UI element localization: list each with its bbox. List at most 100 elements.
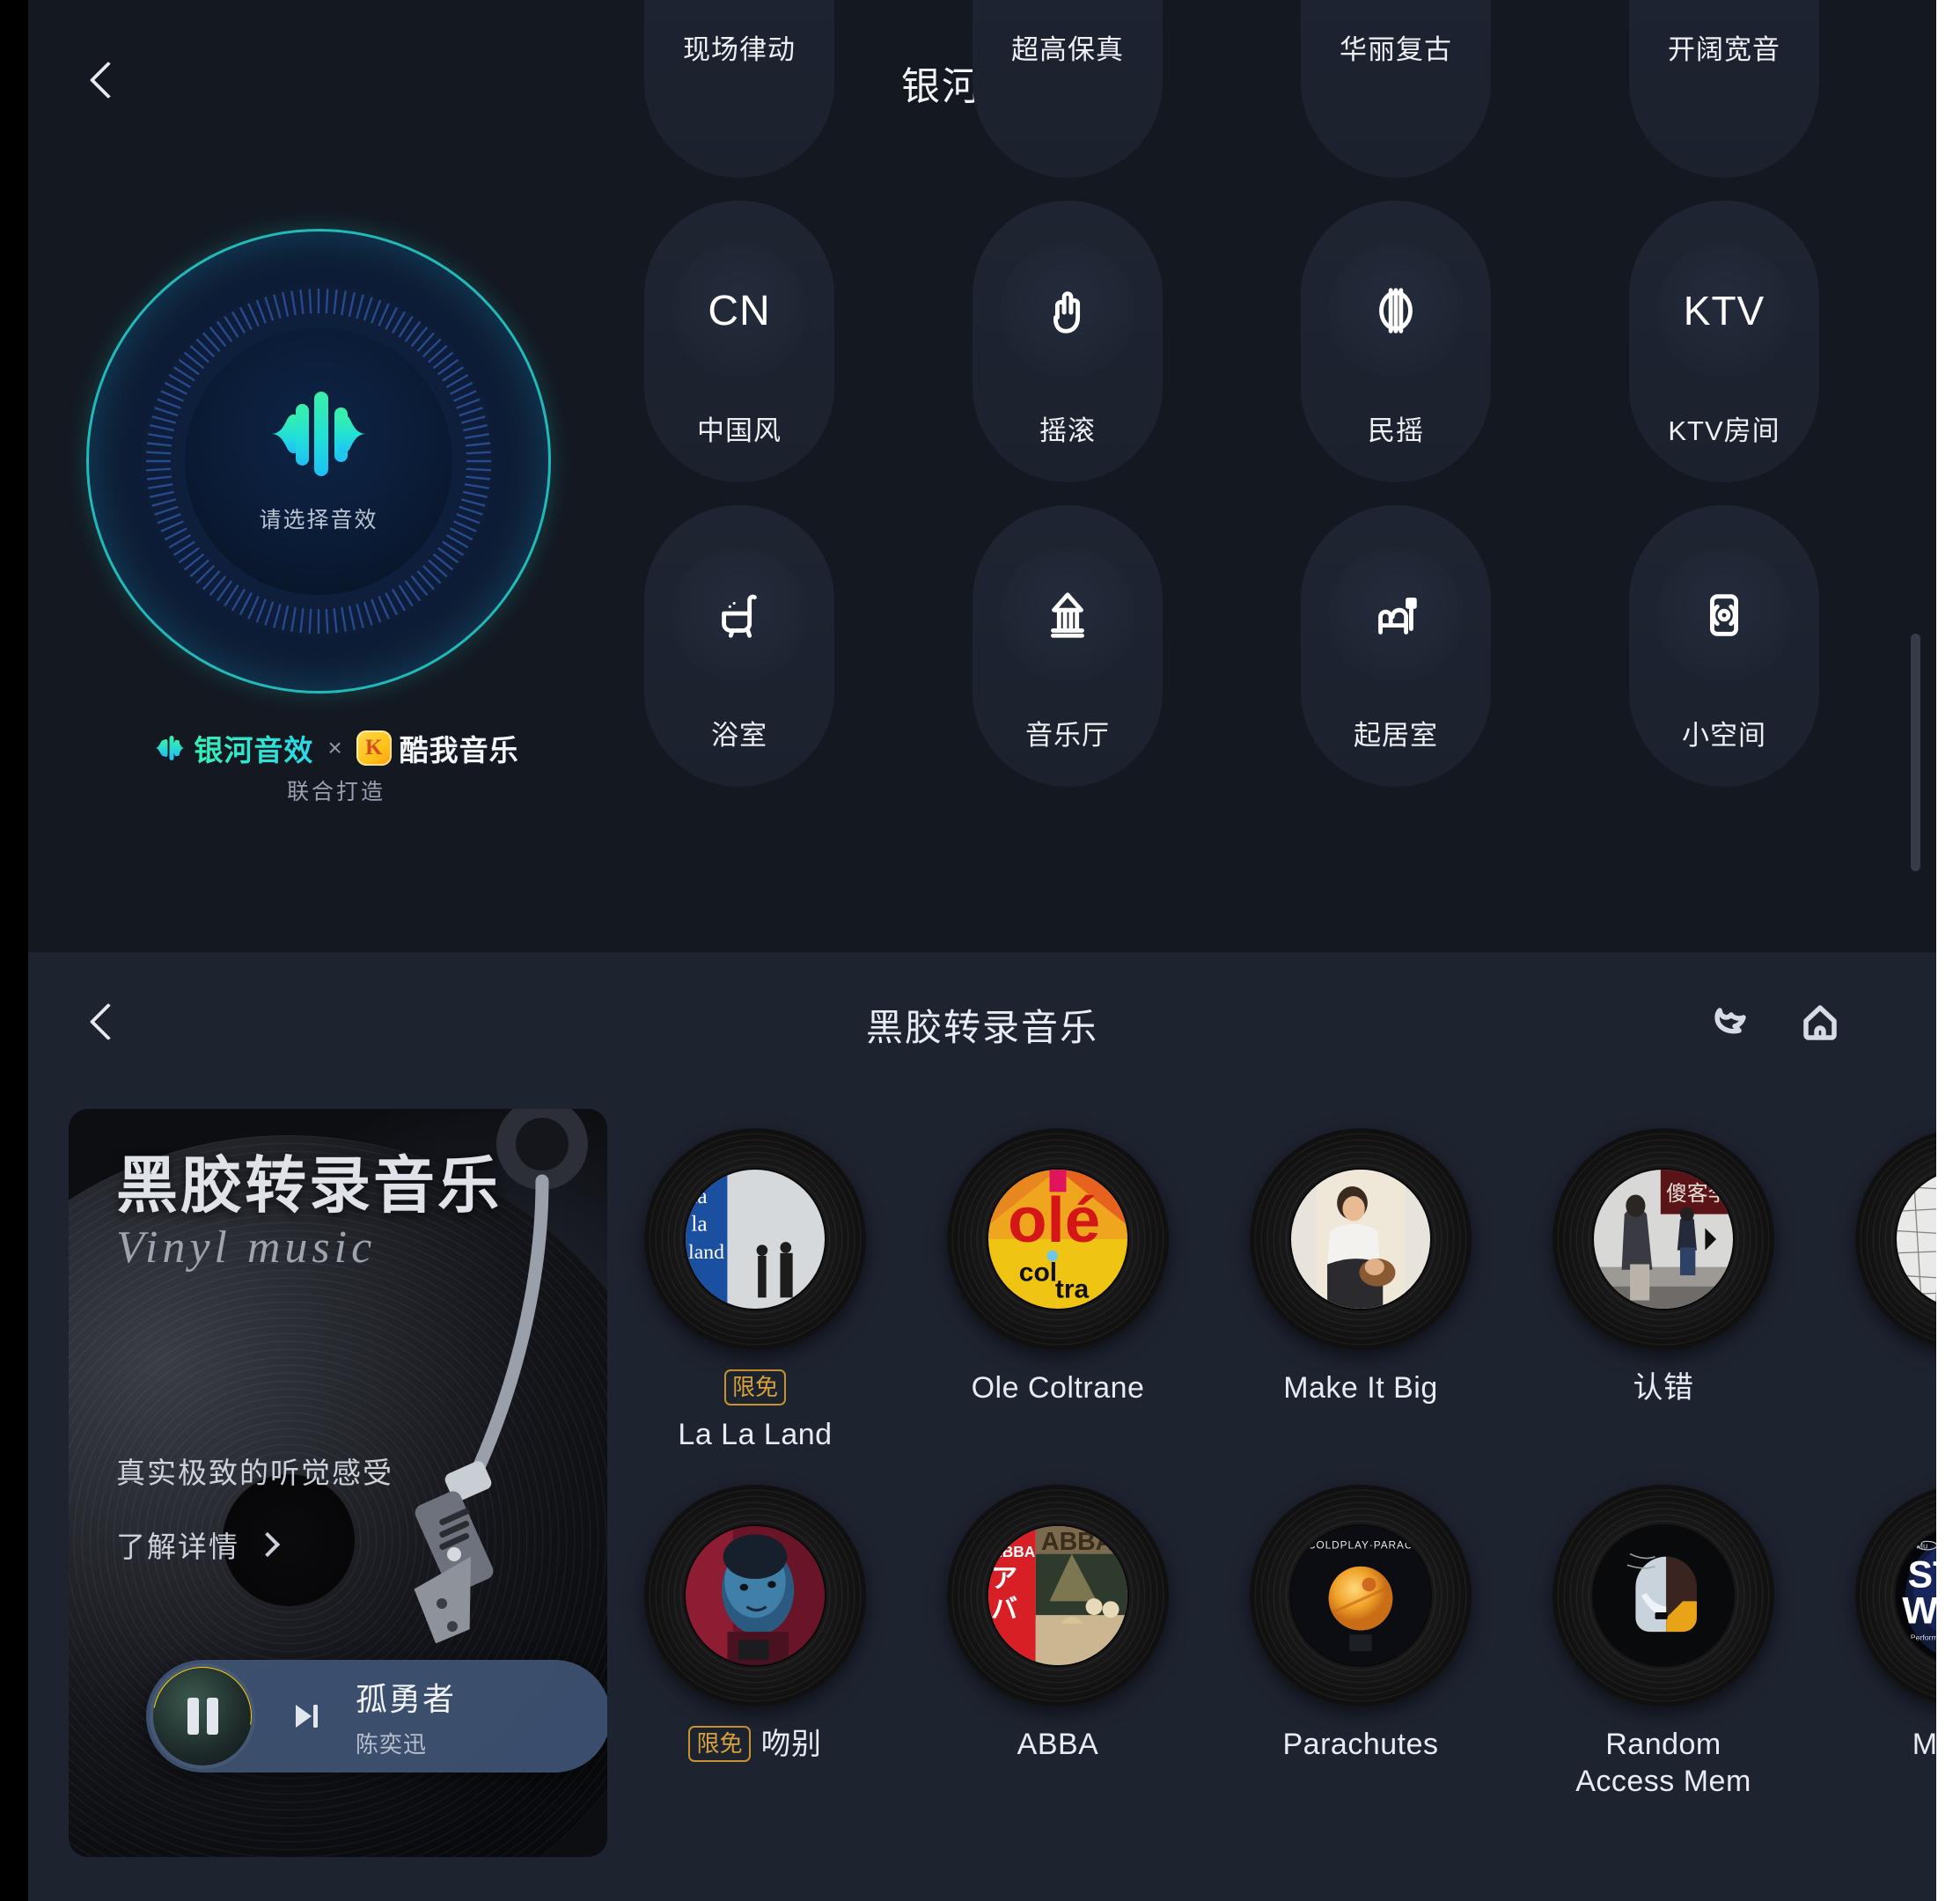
next-track-icon	[296, 1705, 318, 1728]
sound-effect-card-chinese[interactable]: CN 中国风	[644, 201, 834, 482]
sound-effect-card[interactable]: 现场律动	[644, 0, 834, 178]
album-art: YU 怒	[1897, 1170, 1936, 1309]
vinyl-disc	[1553, 1484, 1774, 1706]
sound-effect-card[interactable]: 超高保真	[973, 0, 1163, 178]
header-actions	[1706, 998, 1845, 1047]
status-badge: 限免	[723, 1369, 786, 1406]
album-title: Random Access Mem	[1575, 1727, 1751, 1798]
svg-text:tra: tra	[1055, 1274, 1090, 1303]
sound-effect-card-ktv[interactable]: KTV KTV房间	[1629, 201, 1819, 482]
chevron-right-icon	[254, 1531, 281, 1558]
album-item[interactable]: la la land 限免 La La Land	[644, 1128, 866, 1453]
album-art: Mu ST WA Performed By The	[1897, 1525, 1936, 1665]
album-item[interactable]: olé col tra Ole Coltrane	[947, 1128, 1169, 1453]
promo-subheading: Vinyl music	[116, 1222, 377, 1273]
vinyl-disc: YU 怒	[1855, 1128, 1936, 1350]
album-item[interactable]: Random Access Mem	[1553, 1484, 1774, 1800]
svg-text:COLDPLAY·PARACHUTES: COLDPLAY·PARACHUTES	[1308, 1538, 1430, 1551]
home-icon[interactable]	[1795, 998, 1845, 1047]
vinyl-music-header: 黑胶转录音乐	[28, 952, 1936, 1111]
sound-effect-card-bathroom[interactable]: 浴室	[644, 505, 834, 787]
album-title: Ole Coltrane	[971, 1371, 1145, 1405]
vinyl-disc: olé col tra	[947, 1128, 1169, 1350]
vinyl-disc: la la land	[644, 1128, 866, 1350]
sound-effect-card[interactable]: 华丽复古	[1301, 0, 1491, 178]
cn-text-icon: CN	[672, 243, 807, 378]
bathtub-icon	[672, 547, 807, 683]
sound-effect-label: 民摇	[1368, 415, 1424, 446]
sound-effect-card-rock[interactable]: 摇滚	[973, 201, 1163, 482]
vinyl-disc	[644, 1484, 866, 1706]
rock-hand-icon	[1000, 243, 1135, 378]
visualizer-caption: 请选择音效	[259, 508, 378, 532]
sound-effect-label: 摇滚	[1039, 415, 1096, 446]
album-art: COLDPLAY·PARACHUTES	[1291, 1525, 1430, 1665]
ktv-label: KTV	[1683, 288, 1765, 334]
vinyl-promo-banner[interactable]: 黑胶转录音乐 Vinyl music 真实极致的听觉感受 了解详情 孤勇者 陈奕…	[69, 1109, 607, 1857]
sound-effect-label: 现场律动	[683, 34, 796, 65]
sound-effect-label: 华丽复古	[1340, 34, 1452, 65]
album-title: 认错	[1633, 1371, 1694, 1405]
sound-effect-label: 音乐厅	[1025, 720, 1110, 751]
album-caption: Ole Coltrane	[947, 1369, 1169, 1406]
svg-text:バ: バ	[991, 1595, 1017, 1624]
play-pause-button[interactable]	[153, 1667, 252, 1765]
bird-icon[interactable]	[1706, 998, 1755, 1047]
sound-visualizer[interactable]: 请选择音效	[86, 229, 551, 694]
page-title: 黑胶转录音乐	[865, 1007, 1098, 1048]
soundwave-logo-icon	[271, 392, 366, 476]
sound-effect-card[interactable]: 开阔宽音	[1629, 0, 1819, 178]
album-item[interactable]: COLDPLAY·PARACHUTES	[1250, 1484, 1472, 1800]
vinyl-disc	[1250, 1128, 1472, 1350]
svg-text:Performed By The: Performed By The	[1911, 1633, 1936, 1641]
album-title: Parachutes	[1282, 1727, 1439, 1761]
sound-effect-card-living-room[interactable]: 起居室	[1301, 505, 1491, 787]
next-track-button[interactable]	[289, 1699, 324, 1734]
album-art: la la land	[686, 1170, 825, 1309]
vertical-scrollbar[interactable]	[1911, 634, 1920, 871]
brand-subtitle: 联合打造	[286, 780, 385, 804]
svg-text:la: la	[691, 1212, 707, 1237]
album-art: olé col tra	[988, 1170, 1127, 1309]
promo-details-link[interactable]: 了解详情	[116, 1523, 607, 1566]
sound-effect-label: 超高保真	[1011, 34, 1124, 65]
vinyl-disc: ABBA ア バ ABBA	[947, 1484, 1169, 1706]
svg-text:col: col	[1019, 1258, 1057, 1287]
album-item[interactable]: Make It Big	[1250, 1128, 1472, 1453]
album-title: Music F	[1912, 1727, 1936, 1761]
sound-effect-label: KTV房间	[1668, 415, 1780, 446]
album-item[interactable]: Mu ST WA Performed By The Music F	[1855, 1484, 1936, 1800]
album-caption: 限免 吻别	[644, 1726, 866, 1763]
sound-effect-label: 开阔宽音	[1668, 34, 1780, 65]
svg-text:olé: olé	[1008, 1185, 1100, 1256]
sound-effect-card-concert-hall[interactable]: 音乐厅	[973, 505, 1163, 787]
album-art	[1291, 1170, 1430, 1309]
sound-effect-card-folk[interactable]: 民摇	[1301, 201, 1491, 482]
album-grid: la la land 限免 La La Land olé col tra Ole…	[644, 1128, 1936, 1800]
album-item[interactable]: 限免 吻别	[644, 1484, 866, 1800]
album-caption: 怒	[1855, 1369, 1936, 1406]
ktv-text-icon: KTV	[1656, 243, 1792, 378]
album-title: La La Land	[678, 1417, 833, 1451]
album-caption: 认错	[1553, 1369, 1774, 1406]
album-caption: Parachutes	[1250, 1726, 1472, 1763]
sound-effect-label: 中国风	[697, 415, 782, 446]
album-caption: 限免 La La Land	[644, 1369, 866, 1453]
kuwo-logo-icon: K	[356, 730, 392, 766]
brand-row: 银河音效 × K 酷我音乐	[28, 727, 644, 769]
promo-details-label: 了解详情	[116, 1530, 239, 1563]
vinyl-disc: Mu ST WA Performed By The	[1855, 1484, 1936, 1706]
folk-guitar-icon	[1328, 243, 1464, 378]
album-item[interactable]: YU 怒 怒	[1855, 1128, 1936, 1453]
small-room-icon	[1656, 547, 1792, 683]
album-item[interactable]: ABBA ア バ ABBA ABBA	[947, 1484, 1169, 1800]
sound-effect-label: 浴室	[711, 720, 767, 751]
concert-hall-icon	[1000, 547, 1135, 683]
svg-text:land: land	[688, 1241, 724, 1264]
status-badge: 限免	[688, 1726, 751, 1762]
sound-effect-card-small-room[interactable]: 小空间	[1629, 505, 1819, 787]
svg-text:ABBA: ABBA	[1041, 1528, 1113, 1556]
album-item[interactable]: 傻客李 认错	[1553, 1128, 1774, 1453]
album-caption: Make It Big	[1250, 1369, 1472, 1406]
svg-text:ア: ア	[991, 1564, 1017, 1593]
